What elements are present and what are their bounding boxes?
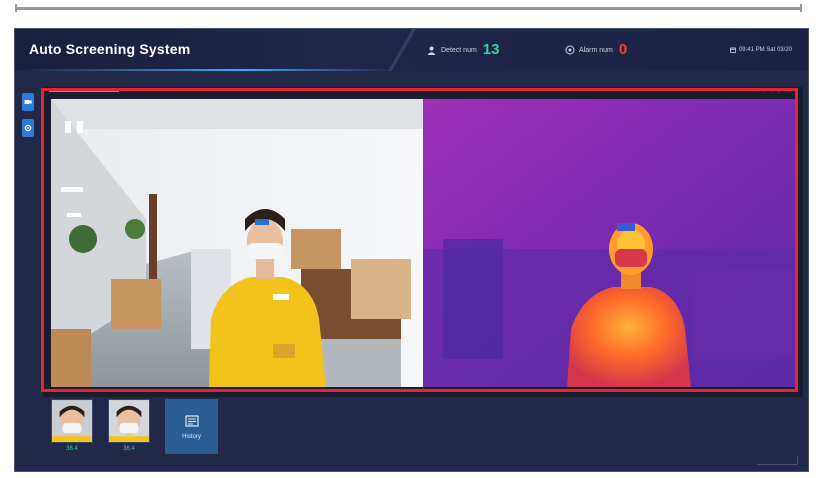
settings-icon xyxy=(24,124,32,132)
history-button-label: History xyxy=(182,433,201,440)
title-underline xyxy=(15,69,395,71)
app-window: Auto Screening System Detect num 13 Alar… xyxy=(14,28,809,472)
capture-thumbnail[interactable]: 36.4 xyxy=(108,399,150,452)
header-decoration xyxy=(387,29,417,71)
app-header: Auto Screening System Detect num 13 Alar… xyxy=(15,29,808,71)
thermal-camera-feed xyxy=(423,99,795,387)
stream-indicator xyxy=(49,90,119,92)
sidebar-camera-button[interactable] xyxy=(22,93,34,111)
history-icon xyxy=(184,414,199,427)
detect-count: 13 xyxy=(482,41,500,58)
alarm-count-stat: Alarm num 0 xyxy=(565,41,628,58)
rgb-scene-image xyxy=(51,99,423,387)
alarm-icon xyxy=(565,45,575,55)
camera-icon xyxy=(24,100,32,104)
face-snapshot-image xyxy=(108,399,150,443)
capture-history-strip: 36.4 36.4 History xyxy=(51,399,218,459)
more-icon[interactable]: • • • xyxy=(763,86,781,95)
clock: 09:41 PM Sat 03/20 xyxy=(730,47,792,53)
history-button[interactable]: History xyxy=(165,399,218,454)
sidebar-settings-button[interactable] xyxy=(22,119,34,137)
capture-thumbnail[interactable]: 36.4 xyxy=(51,399,93,452)
frame-corner-decoration xyxy=(757,456,798,465)
sidebar xyxy=(22,93,36,145)
detect-count-stat: Detect num 13 xyxy=(426,41,500,58)
person-icon xyxy=(427,46,436,55)
page-divider xyxy=(15,4,802,12)
alarm-count: 0 xyxy=(618,41,628,58)
app-title: Auto Screening System xyxy=(29,41,191,57)
thermal-scene-image xyxy=(423,99,795,387)
capture-temperature: 36.4 xyxy=(66,446,78,452)
detect-label: Detect num xyxy=(441,46,477,54)
rgb-camera-feed xyxy=(51,99,423,387)
clock-text: 09:41 PM Sat 03/20 xyxy=(738,47,792,53)
capture-temperature: 36.4 xyxy=(123,446,135,452)
calendar-icon xyxy=(730,47,736,53)
camera-viewer: • • • xyxy=(43,86,803,397)
alarm-label: Alarm num xyxy=(579,46,613,54)
face-snapshot-image xyxy=(51,399,93,443)
